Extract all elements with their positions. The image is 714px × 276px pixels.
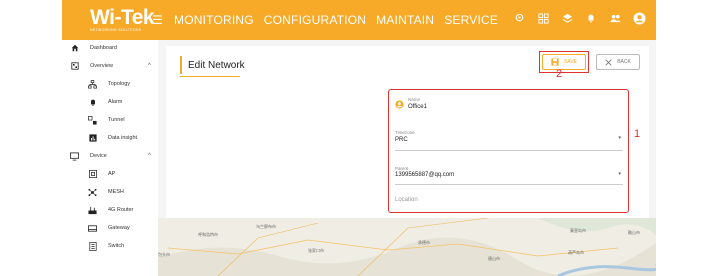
- location-input[interactable]: Location: [395, 194, 623, 210]
- nav-monitoring[interactable]: MONITORING: [174, 13, 254, 27]
- sidebar-item-label: Tunnel: [108, 117, 125, 123]
- map-label: 呼和浩特市: [198, 232, 218, 237]
- sidebar-item-label: Data insight: [108, 135, 138, 141]
- tunnel-icon: [88, 115, 97, 125]
- sidebar-item-label: Switch: [108, 243, 125, 249]
- sidebar-item-label: AP: [108, 171, 116, 177]
- data-insight-icon: [88, 134, 97, 143]
- sidebar-item-gateway[interactable]: Gateway: [62, 220, 158, 236]
- map-view[interactable]: 乌兰察布市 呼和浩特市 包头市 张家口市 承德市 唐山市 秦皇岛市 葫芦岛市 鞍…: [158, 218, 656, 276]
- logo: Wi-Tek: [90, 6, 155, 29]
- back-label: BACK: [617, 59, 631, 65]
- parent-value: 1399565887@qq.com: [395, 172, 455, 178]
- sidebar-item-label: Alarm: [108, 99, 123, 105]
- gateway-icon: [88, 224, 97, 233]
- topology-icon: [88, 79, 97, 89]
- edit-network-card: Edit Network SAVE 2 BACK Name Office1 Ti…: [166, 46, 649, 218]
- map-label: 乌兰察布市: [256, 224, 276, 229]
- sidebar-item-label: Device: [90, 153, 107, 159]
- map-pin-icon[interactable]: [512, 11, 526, 25]
- parent-select[interactable]: Parent 1399565887@qq.com ▾: [395, 166, 623, 190]
- sidebar-item-overview[interactable]: Overview ^: [62, 58, 158, 74]
- router-icon: [88, 206, 97, 215]
- users-icon[interactable]: [608, 11, 622, 25]
- dropdown-arrow-icon: ▾: [618, 135, 621, 141]
- nav-maintain[interactable]: MAINTAIN: [376, 13, 434, 27]
- field-underline: [395, 150, 623, 151]
- nav-service[interactable]: SERVICE: [444, 13, 498, 27]
- network-form: Name Office1 Timezone PRC ▾ Parent 13995…: [388, 89, 629, 213]
- logo-subtitle: NETWORKING SOLUTIONS: [90, 28, 142, 32]
- name-label: Name: [408, 97, 421, 102]
- sidebar-item-label: 4G Router: [108, 207, 134, 213]
- app-frame: Wi-Tek NETWORKING SOLUTIONS ☰ MONITORING…: [62, 0, 656, 276]
- annotation-1: 1: [634, 128, 641, 140]
- map-terrain: [158, 218, 656, 276]
- overview-icon: [70, 62, 79, 71]
- menu-icon[interactable]: ☰: [152, 13, 163, 27]
- map-label: 唐山市: [488, 256, 500, 261]
- timezone-value: PRC: [395, 137, 408, 143]
- map-label: 张家口市: [308, 248, 324, 253]
- grid-icon[interactable]: [536, 11, 550, 25]
- map-label: 包头市: [158, 252, 170, 257]
- sidebar-item-4g-router[interactable]: 4G Router: [62, 202, 158, 218]
- parent-label: Parent: [395, 166, 409, 171]
- field-underline: [395, 184, 623, 185]
- location-placeholder: Location: [395, 197, 418, 203]
- timezone-select[interactable]: Timezone PRC ▾: [395, 130, 623, 154]
- mesh-icon: [88, 188, 97, 197]
- sidebar-item-ap[interactable]: AP: [62, 166, 158, 182]
- map-label: 葫芦岛市: [568, 250, 584, 255]
- sidebar-item-data-insight[interactable]: Data insight: [62, 130, 158, 146]
- chevron-up-icon[interactable]: ^: [148, 153, 151, 159]
- sidebar-item-topology[interactable]: Topology: [62, 76, 158, 92]
- chevron-up-icon[interactable]: ^: [148, 63, 151, 69]
- sidebar: Dashboard Overview ^ Topology Alarm Tunn…: [62, 40, 158, 276]
- name-field[interactable]: Name Office1: [395, 96, 623, 114]
- save-label: SAVE: [564, 59, 577, 65]
- header-icons: [512, 11, 646, 25]
- page-title: Edit Network: [188, 60, 245, 71]
- map-label: 鞍山市: [628, 230, 640, 235]
- save-button[interactable]: SAVE: [542, 54, 586, 70]
- main-nav: MONITORING CONFIGURATION MAINTAIN SERVIC…: [174, 13, 498, 27]
- switch-icon: [88, 241, 97, 251]
- nav-configuration[interactable]: CONFIGURATION: [264, 13, 366, 27]
- sidebar-item-dashboard[interactable]: Dashboard: [62, 40, 158, 56]
- sidebar-item-alarm[interactable]: Alarm: [62, 94, 158, 110]
- back-button[interactable]: BACK: [596, 54, 640, 70]
- title-accent: [180, 56, 182, 74]
- annotation-2: 2: [556, 68, 563, 80]
- sidebar-item-label: Gateway: [108, 225, 130, 231]
- map-label: 秦皇岛市: [570, 228, 586, 233]
- alarm-icon: [88, 98, 97, 107]
- layers-icon[interactable]: [560, 11, 574, 25]
- bell-icon[interactable]: [584, 11, 598, 25]
- sidebar-item-label: Topology: [108, 81, 131, 87]
- sidebar-item-switch[interactable]: Switch: [62, 238, 158, 254]
- account-icon[interactable]: [632, 11, 646, 25]
- home-icon: [70, 44, 79, 53]
- name-value: Office1: [408, 104, 427, 110]
- sidebar-item-mesh[interactable]: MESH: [62, 184, 158, 200]
- title-underline: [180, 76, 240, 77]
- map-label: 承德市: [418, 240, 430, 245]
- timezone-label: Timezone: [395, 130, 415, 135]
- save-icon: [551, 58, 559, 66]
- sidebar-item-label: Dashboard: [90, 45, 117, 51]
- sidebar-item-device[interactable]: Device ^: [62, 148, 158, 164]
- top-bar: Wi-Tek NETWORKING SOLUTIONS ☰ MONITORING…: [62, 0, 656, 40]
- sidebar-item-label: Overview: [90, 63, 113, 69]
- device-icon: [70, 151, 79, 161]
- ap-icon: [88, 170, 97, 179]
- sidebar-item-tunnel[interactable]: Tunnel: [62, 112, 158, 128]
- dropdown-arrow-icon: ▾: [618, 171, 621, 177]
- sidebar-item-label: MESH: [108, 189, 124, 195]
- account-icon: [395, 100, 404, 109]
- close-icon: [605, 58, 612, 66]
